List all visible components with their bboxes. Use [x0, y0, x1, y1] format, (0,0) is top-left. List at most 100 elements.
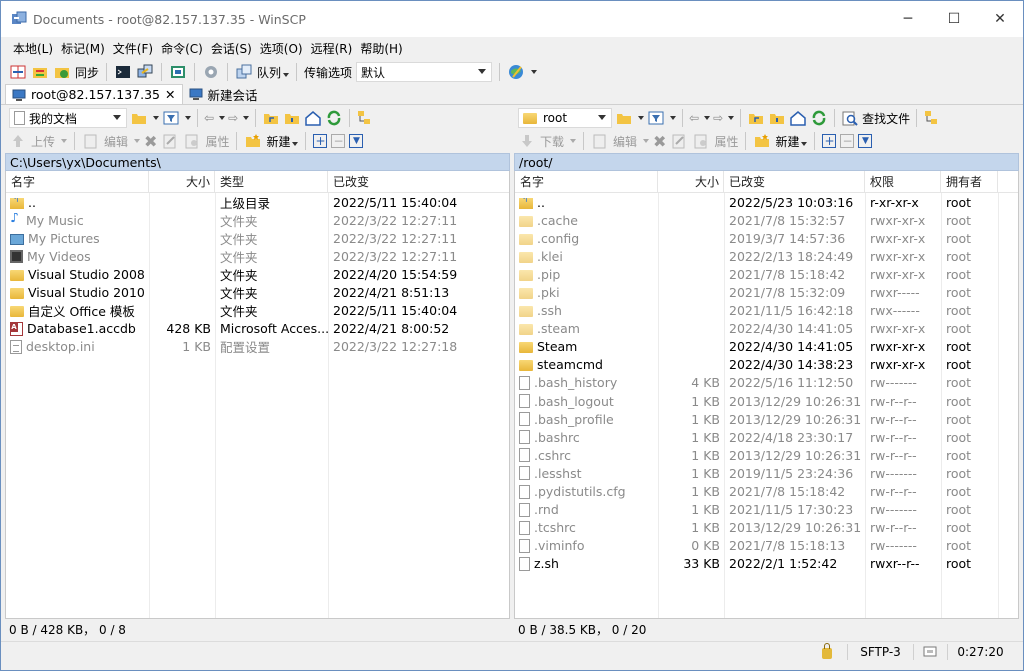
menu-files[interactable]: 文件(F)	[109, 40, 157, 57]
edit-button[interactable]: 编辑	[613, 133, 637, 150]
column-type-header[interactable]: 类型	[215, 171, 328, 193]
refresh-icon[interactable]	[325, 109, 343, 127]
select-filter-icon[interactable]: ▼	[858, 134, 873, 148]
transfer-preset-dropdown[interactable]: 默认	[356, 62, 493, 82]
remote-file-row[interactable]: .cshrc 1 KB 2013/12/29 10:26:31 rw-r--r-- ro…	[515, 446, 1018, 464]
chevron-down-icon[interactable]	[61, 139, 68, 143]
new-button[interactable]: 新建	[775, 133, 808, 150]
preferences-gear-icon[interactable]	[202, 63, 220, 81]
chevron-down-icon[interactable]	[728, 116, 735, 120]
select-all-plus-icon[interactable]: +	[313, 134, 328, 148]
queue-icon[interactable]	[235, 63, 253, 81]
deselect-minus-icon[interactable]: −	[331, 134, 346, 148]
chevron-down-icon[interactable]	[219, 116, 226, 120]
local-file-row[interactable]: Visual Studio 2010 文件夹 2022/4/21 8:51:13	[6, 283, 509, 301]
remote-file-row[interactable]: .. 2022/5/23 10:03:16 r-xr-xr-x root	[515, 193, 1018, 211]
local-location-dropdown[interactable]: 我的文档	[9, 108, 127, 128]
find-files-icon[interactable]	[841, 109, 859, 127]
remote-file-row[interactable]: .pip 2021/7/8 15:18:42 rwxr-xr-x root	[515, 265, 1018, 283]
parent-directory-icon[interactable]	[747, 109, 765, 127]
chevron-down-icon[interactable]	[638, 116, 644, 120]
remote-file-list[interactable]: 名字 大小 已改变 权限 拥有者 ˄ .. 2022/5/23 10:03:16 r…	[514, 171, 1019, 619]
local-file-list[interactable]: 名字 大小 类型 已改变 ˄ ..上级目录2022/5/11 15:40:04M…	[5, 171, 510, 619]
root-directory-icon[interactable]	[283, 109, 301, 127]
keep-up-to-date-icon[interactable]	[53, 63, 71, 81]
tree-view-icon[interactable]	[923, 109, 941, 127]
filter-icon[interactable]	[162, 109, 180, 127]
remote-file-row[interactable]: .rnd 1 KB 2021/11/5 17:30:23 rw------- root	[515, 501, 1018, 519]
minimize-button[interactable]: ─	[885, 1, 931, 37]
protocol-indicator[interactable]: SFTP-3	[847, 644, 913, 660]
column-changed-header[interactable]: 已改变	[724, 171, 865, 193]
properties-icon[interactable]	[183, 132, 201, 150]
root-directory-icon[interactable]	[768, 109, 786, 127]
download-icon[interactable]	[518, 132, 536, 150]
remote-location-dropdown[interactable]: root	[518, 108, 612, 128]
chevron-down-icon[interactable]	[570, 139, 577, 143]
download-button[interactable]: 下载	[540, 133, 564, 150]
edit-icon[interactable]	[591, 132, 609, 150]
chevron-down-icon[interactable]	[670, 116, 676, 120]
remote-file-row[interactable]: .bash_history 4 KB 2022/5/16 11:12:50 rw---…	[515, 374, 1018, 392]
rename-icon[interactable]	[161, 132, 179, 150]
compression-icon[interactable]	[913, 644, 947, 660]
refresh-icon[interactable]	[810, 109, 828, 127]
deselect-minus-icon[interactable]: −	[840, 134, 855, 148]
putty-icon[interactable]	[136, 63, 154, 81]
local-file-row[interactable]: desktop.ini 1 KB 配置设置 2022/3/22 12:27:18	[6, 338, 509, 356]
local-file-row[interactable]: .. 上级目录 2022/5/11 15:40:04	[6, 193, 509, 211]
remote-file-row[interactable]: .bashrc 1 KB 2022/4/18 23:30:17 rw-r--r-- ro…	[515, 428, 1018, 446]
menu-remote[interactable]: 远程(R)	[307, 40, 357, 57]
remote-file-row[interactable]: .viminfo 0 KB 2021/7/8 15:18:13 rw------- ro…	[515, 537, 1018, 555]
remote-file-row[interactable]: .pydistutils.cfg 1 KB 2021/7/8 15:18:42 rw-…	[515, 483, 1018, 501]
remote-file-row[interactable]: .pki 2021/7/8 15:32:09 rwxr----- root	[515, 283, 1018, 301]
back-arrow-icon[interactable]: ⇦	[204, 111, 214, 125]
upload-icon[interactable]	[9, 132, 27, 150]
local-file-row[interactable]: Database1.accdb 428 KB Microsoft Acces... 2…	[6, 320, 509, 338]
chevron-down-icon[interactable]	[134, 139, 141, 143]
menu-help[interactable]: 帮助(H)	[356, 40, 406, 57]
menu-mark[interactable]: 标记(M)	[57, 40, 109, 57]
local-file-row[interactable]: My Pictures 文件夹 2022/3/22 12:27:11	[6, 229, 509, 247]
compare-directories-icon[interactable]	[9, 63, 27, 81]
home-icon[interactable]	[304, 109, 322, 127]
close-tab-icon[interactable]: ✕	[165, 87, 175, 102]
remote-file-row[interactable]: .lesshst 1 KB 2019/11/5 23:24:36 rw------- r…	[515, 464, 1018, 482]
upload-button[interactable]: 上传	[31, 133, 55, 150]
remote-file-row[interactable]: Steam 2022/4/30 14:41:05 rwxr-xr-x root	[515, 338, 1018, 356]
new-icon[interactable]	[244, 132, 262, 150]
remote-file-row[interactable]: .klei 2022/2/13 18:24:49 rwxr-xr-x root	[515, 247, 1018, 265]
maximize-button[interactable]: ☐	[931, 1, 977, 37]
remote-file-row[interactable]: .steam 2022/4/30 14:41:05 rwxr-xr-x root	[515, 320, 1018, 338]
column-size-header[interactable]: 大小	[149, 171, 215, 193]
local-path-bar[interactable]: C:\Users\yx\Documents\	[5, 153, 510, 171]
properties-button[interactable]: 属性	[205, 133, 229, 150]
edit-button[interactable]: 编辑	[104, 133, 128, 150]
encryption-lock-icon[interactable]	[807, 643, 847, 660]
new-button[interactable]: 新建	[266, 133, 299, 150]
remote-file-row[interactable]: .cache 2021/7/8 15:32:57 rwxr-xr-x root	[515, 211, 1018, 229]
synchronize-browsing-icon[interactable]	[31, 63, 49, 81]
queue-button[interactable]: 队列	[257, 64, 290, 81]
column-name-header[interactable]: 名字	[515, 171, 658, 193]
close-button[interactable]: ✕	[977, 1, 1023, 37]
open-folder-icon[interactable]	[130, 109, 148, 127]
remote-path-bar[interactable]: /root/	[514, 153, 1019, 171]
remote-file-row[interactable]: .tcshrc 1 KB 2013/12/29 10:26:31 rw-r--r-- r…	[515, 519, 1018, 537]
open-folder-icon[interactable]	[615, 109, 633, 127]
menu-session[interactable]: 会话(S)	[207, 40, 256, 57]
terminal-icon[interactable]	[114, 63, 132, 81]
menu-commands[interactable]: 命令(C)	[157, 40, 207, 57]
remote-file-row[interactable]: .bash_logout 1 KB 2013/12/29 10:26:31 rw-r-…	[515, 392, 1018, 410]
edit-icon[interactable]	[82, 132, 100, 150]
filter-icon[interactable]	[647, 109, 665, 127]
tab-new-session[interactable]: 新建会话	[183, 84, 264, 104]
properties-button[interactable]: 属性	[714, 133, 738, 150]
tree-view-icon[interactable]	[356, 109, 374, 127]
column-owner-header[interactable]: 拥有者	[941, 171, 998, 193]
select-all-plus-icon[interactable]: +	[822, 134, 837, 148]
new-icon[interactable]	[753, 132, 771, 150]
menu-local[interactable]: 本地(L)	[9, 40, 57, 57]
local-file-row[interactable]: 自定义 Office 模板 文件夹 2022/5/11 15:40:04	[6, 302, 509, 320]
chevron-down-icon[interactable]	[153, 116, 159, 120]
